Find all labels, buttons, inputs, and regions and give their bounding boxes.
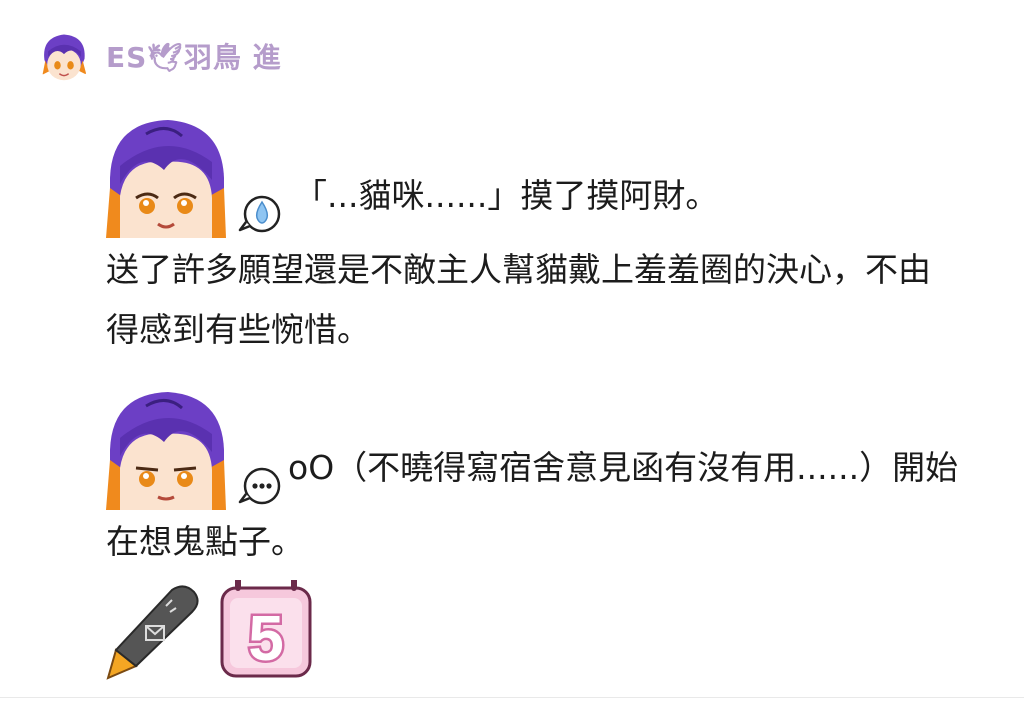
calendar-five-emoji[interactable]: 5 <box>218 577 314 684</box>
author-avatar[interactable] <box>36 28 92 84</box>
character-sticker-smiling <box>106 118 226 238</box>
message-2-line-2: 在想鬼點子。 <box>106 522 304 561</box>
message-1-speech: 「...貓咪......」摸了摸阿財。 <box>294 176 719 215</box>
calendar-number: 5 <box>248 602 284 674</box>
message-2-speech: oO（不曉得寫宿舍意見函有沒有用......）開始 <box>288 448 959 487</box>
sweat-drop-speech-icon <box>236 190 284 238</box>
pen-envelope-emoji[interactable] <box>106 580 202 684</box>
author-name[interactable]: ES🕊羽鳥 進 <box>106 36 282 76</box>
message-1-line-2: 送了許多願望還是不敵主人幫貓戴上羞羞圈的決心，不由 <box>106 250 931 289</box>
ellipsis-speech-icon <box>236 462 284 510</box>
post-header: ES🕊羽鳥 進 <box>36 24 282 88</box>
message-1-line-3: 得感到有些惋惜。 <box>106 310 370 349</box>
post-divider <box>0 697 1024 698</box>
character-sticker-thinking <box>106 390 226 510</box>
